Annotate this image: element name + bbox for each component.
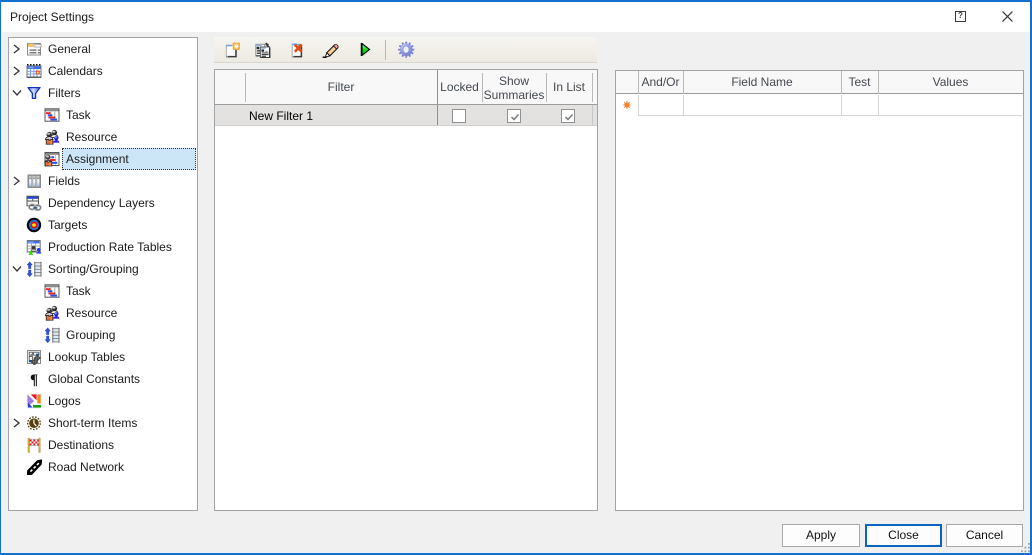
svg-text:¶: ¶ <box>30 372 38 387</box>
